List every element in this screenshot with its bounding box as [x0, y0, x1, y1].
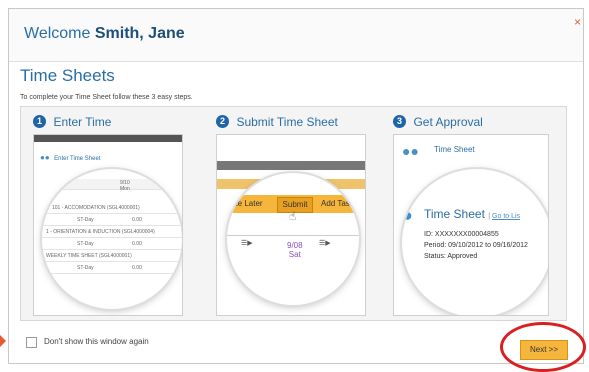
dont-show-checkbox[interactable]: [26, 337, 37, 348]
step-2-label: Submit Time Sheet: [236, 114, 338, 129]
step-3-label: Get Approval: [413, 114, 483, 129]
welcome-prefix: Welcome: [24, 25, 91, 42]
step-3-number: 3: [393, 115, 406, 129]
period-value: 09/10/2012 to 09/16/2012: [448, 242, 528, 249]
preview-app-title: ●● Enter Time Sheet: [40, 147, 100, 165]
instructions-text: To complete your Time Sheet follow these…: [20, 94, 193, 101]
table-row: 101 - ACCOMODATION (SGL4000001): [42, 203, 182, 214]
preview-sheet-title: Time Sheet: [434, 145, 475, 154]
people-icon: ●●: [402, 143, 419, 159]
step-2-preview: ete Later Submit Add Tas ☝ ☰▶ 9/08 Sat ☰…: [216, 134, 366, 316]
people-icon: ●●: [40, 153, 50, 162]
step-1-label: Enter Time: [53, 114, 112, 129]
step-2-number: 2: [216, 115, 229, 129]
period-label: Period:: [424, 242, 447, 249]
row-label: ST-Day: [77, 265, 94, 271]
row-value: 0.00: [132, 217, 142, 223]
row-label: ST-Day: [77, 241, 94, 247]
add-task-button[interactable]: Add Tas: [321, 199, 350, 208]
step-2-magnifier: ete Later Submit Add Tas ☝ ☰▶ 9/08 Sat ☰…: [227, 173, 359, 305]
approval-details: ID: XXXXXXX00004855 Period: 09/10/2012 t…: [424, 229, 528, 262]
divider: [227, 235, 359, 236]
preview-toolbar: [217, 161, 365, 170]
status-value: Approved: [447, 253, 478, 260]
id-label: ID:: [424, 231, 433, 238]
step-2-header: 2 Submit Time Sheet: [216, 113, 338, 131]
approval-sheet-header: Time Sheet | Go to Lis: [424, 207, 521, 221]
welcome-title: Welcome Smith, Jane: [24, 25, 185, 43]
expand-icon: ☰▶: [319, 240, 331, 247]
sheet-title: Time Sheet: [424, 207, 485, 221]
step-1-header: 1 Enter Time: [33, 113, 111, 131]
status-label: Status:: [424, 253, 446, 260]
table-row: ST-Day 0.00: [42, 215, 182, 226]
row-value: 0.00: [132, 241, 142, 247]
table-row: ST-Day 0.00: [42, 239, 182, 250]
table-row: ST-Day 0.00: [42, 263, 182, 274]
preview-topbar: [34, 135, 182, 142]
row-label: ST-Day: [77, 217, 94, 223]
dont-show-label: Don't show this window again: [44, 337, 149, 346]
step-3-preview: ●● Time Sheet ● Time Sheet | Go to Lis I…: [393, 134, 549, 316]
person-icon: ●: [402, 205, 413, 225]
row-label: 1 - ORIENTATION & INDUCTION (SGL4000004): [46, 229, 155, 235]
close-icon[interactable]: ×: [574, 15, 581, 29]
col-day: Mon: [120, 186, 130, 192]
save-later-button[interactable]: ete Later: [231, 199, 263, 208]
expand-icon: ☰▶: [241, 240, 253, 247]
id-value: XXXXXXX00004855: [434, 231, 499, 238]
row-label: WEEKLY TIME SHEET (SGL4000001): [46, 253, 132, 259]
row-value: 0.00: [132, 265, 142, 271]
table-row: 1 - ORIENTATION & INDUCTION (SGL4000004): [42, 227, 182, 238]
go-to-list-link[interactable]: Go to Lis: [492, 213, 520, 220]
step-3-header: 3 Get Approval: [393, 113, 483, 131]
step-1-number: 1: [33, 115, 46, 129]
column-header-row: 9/10 Mon: [42, 179, 182, 192]
hand-cursor-icon: ☝: [289, 209, 297, 223]
steps-container: 1 Enter Time ●● Enter Time Sheet 9/10 Mo…: [20, 106, 567, 321]
date-cell: 9/08 Sat: [287, 241, 303, 259]
day-value: Sat: [288, 250, 301, 259]
next-button[interactable]: Next >>: [520, 340, 568, 360]
dialog-header: Welcome Smith, Jane ×: [9, 9, 583, 62]
user-name: Smith, Jane: [94, 25, 185, 42]
step-1-magnifier: 9/10 Mon 101 - ACCOMODATION (SGL4000001)…: [42, 169, 182, 309]
page-title: Time Sheets: [20, 66, 115, 85]
date-value: 9/08: [287, 241, 303, 250]
step-3-magnifier: ● Time Sheet | Go to Lis ID: XXXXXXX0000…: [402, 169, 548, 315]
preview-heading: Enter Time Sheet: [54, 156, 101, 162]
table-row: WEEKLY TIME SHEET (SGL4000001): [42, 251, 182, 262]
side-arrow-marker: [0, 335, 6, 347]
row-label: 101 - ACCOMODATION (SGL4000001): [52, 205, 140, 211]
step-1-preview: ●● Enter Time Sheet 9/10 Mon 101 - ACCOM…: [33, 134, 183, 316]
